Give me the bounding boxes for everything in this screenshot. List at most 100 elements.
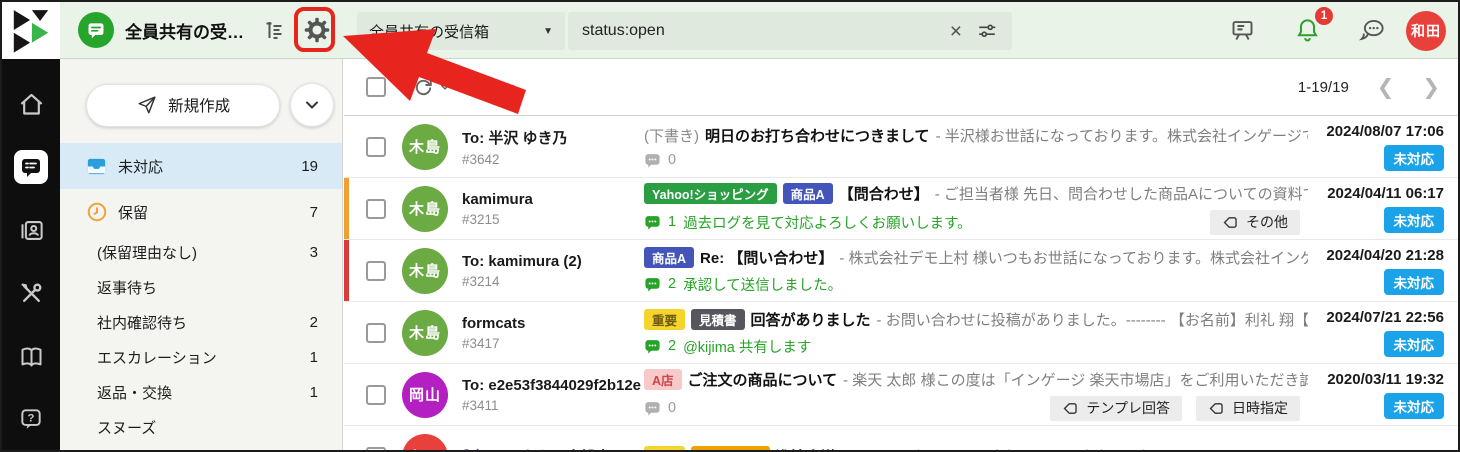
status-badge: 未対応 [1384,207,1445,233]
row-checkbox[interactable] [366,261,386,281]
sidebar-item-label: 保留 [118,202,148,223]
phone-incoming-icon [462,447,481,452]
inbox-settings-button[interactable] [300,13,334,47]
inbox-dropdown[interactable]: 全員共有の受信箱 ▼ [357,12,565,50]
sidebar-item-escalation[interactable]: エスカレーション 1 [60,340,342,375]
label-badge[interactable]: 見積書 [691,309,745,330]
ticket-preview: - 展示会について 今年は以下の内容にて行うことにした。*—*—*—*—*—*… [872,446,1308,452]
ticket-list: 1-19/19 ❮ ❯ 木島 To: 半沢 ゆき乃 #3642 (下書き) 明日… [344,59,1458,450]
clear-search-icon[interactable]: × [950,21,962,42]
comment-count: 1 [668,214,676,230]
row-checkbox[interactable] [366,385,386,405]
ticket-contact: (コンタクト未設定) [486,446,616,452]
sidebar-item-label: 社内確認待ち [97,312,187,333]
ticket-preview: - お問い合わせに投稿がありました。-------- 【お名前】利礼 翔【メール… [877,309,1308,330]
row-checkbox[interactable] [366,199,386,219]
label-badge[interactable]: 商品A [644,247,694,268]
notifications-button[interactable]: 1 [1290,14,1324,48]
tag-chip[interactable]: テンプレ回答 [1050,396,1182,421]
ticket-date: 2020/03/11 19:32 [1308,371,1444,388]
announcements-button[interactable] [1225,14,1259,48]
compose-more-button[interactable] [290,83,334,127]
row-checkbox[interactable] [366,447,386,452]
ticket-number: #3215 [462,212,642,227]
search-query-text: status:open [582,22,665,40]
ticket-subject: 【問合わせ】 [839,183,929,204]
inbox-icon [84,154,109,179]
avatar: 木島 [402,310,448,356]
search-input[interactable]: status:open × [568,12,1012,50]
row-accent-bar [344,178,349,239]
label-badge[interactable]: 重要 [644,446,685,452]
ticket-row[interactable]: 和田 (コンタクト未設定) 重要 原因調査中 進捗会議メモ - 展示会について … [344,426,1458,452]
home-icon [18,91,45,118]
refresh-button[interactable] [412,76,451,99]
tag-chip[interactable]: その他 [1210,210,1300,235]
tag-icon [1222,214,1239,231]
select-all-checkbox[interactable] [366,77,386,97]
ticket-row[interactable]: 木島 formcats #3417 重要 見積書 回答がありました - お問い合… [344,302,1458,364]
message-bubble-icon [86,20,106,40]
tag-chip-label: その他 [1246,212,1288,232]
user-avatar[interactable]: 和田 [1406,11,1446,51]
next-page-button[interactable]: ❯ [1422,77,1440,98]
clock-icon [84,200,109,225]
comment-count: 2 [668,338,676,354]
sidebar-item-onhold[interactable]: 保留 7 [60,189,342,235]
nav-help-button[interactable]: ? [14,402,48,436]
nav-tools-button[interactable] [14,276,48,310]
ticket-subject: 明日のお打ち合わせにつきまして [705,125,930,146]
avatar: 木島 [402,124,448,170]
nav-home-button[interactable] [14,87,48,121]
label-badge[interactable]: 商品A [783,183,833,204]
label-badge[interactable]: Yahoo!ショッピング [644,183,777,204]
status-badge: 未対応 [1384,269,1445,295]
ticket-row[interactable]: 木島 kamimura #3215 Yahoo!ショッピング 商品A 【問合わせ… [344,178,1458,240]
row-checkbox[interactable] [366,323,386,343]
app-window: 全員共有の受… [0,0,1460,452]
sidebar-item-waiting-reply[interactable]: 返事待ち [60,270,342,305]
paper-plane-icon [136,94,158,116]
ticket-recipient: To: kamimura (2) [462,253,642,270]
status-sidebar: 新規作成 未対応 19 [60,59,343,450]
ticket-subject: Re: 【問い合わせ】 [700,247,833,268]
search-filter-button[interactable] [976,20,998,42]
ticket-row[interactable]: 岡山 To: e2e53f3844029f2b12e #3411 A店 ご注文の… [344,364,1458,426]
label-badge[interactable]: A店 [644,369,682,390]
ticket-number: #3642 [462,152,642,167]
chat-button[interactable] [1355,14,1389,48]
chevron-down-icon [304,97,320,113]
sidebar-item-label: 返事待ち [97,277,157,298]
list-display-button[interactable] [477,76,516,99]
sort-settings-button[interactable] [258,13,292,47]
comment-bubble-icon [644,338,661,355]
comment-count: 0 [668,152,676,168]
prev-page-button[interactable]: ❮ [1377,77,1395,98]
row-checkbox[interactable] [366,137,386,157]
tag-chip[interactable]: 日時指定 [1196,396,1300,421]
ticket-preview: - 楽天 太郎 様この度は「インゲージ 楽天市場店」をご利用いただき誠にありがと… [843,369,1308,390]
label-badge[interactable]: 原因調査中 [691,446,770,452]
sidebar-item-count: 7 [310,204,318,221]
sidebar-item-untouched[interactable]: 未対応 19 [60,143,342,189]
nav-manual-button[interactable] [14,339,48,373]
comment-bubble-icon [644,400,661,417]
sidebar-item-snooze[interactable]: スヌーズ [60,410,342,445]
nav-contacts-button[interactable] [14,213,48,247]
comment-count: 2 [668,276,676,292]
nav-tickets-button[interactable] [14,150,48,184]
sidebar-item-returns[interactable]: 返品・交換 1 [60,375,342,410]
ticket-row[interactable]: 木島 To: kamimura (2) #3214 商品A Re: 【問い合わせ… [344,240,1458,302]
ticket-sender: formcats [462,315,642,332]
sidebar-item-no-reason[interactable]: (保留理由なし) 3 [60,235,342,270]
ticket-number: #3411 [462,398,642,413]
sidebar-item-internal-check[interactable]: 社内確認待ち 2 [60,305,342,340]
header-actions: 1 和田 [1211,2,1446,59]
ticket-preview: - ご担当者様 先日、問合わせした商品Aについての資料ですが、送… [935,183,1308,204]
comment-bubble-icon [644,276,661,293]
refresh-icon [412,76,435,99]
label-badge[interactable]: 重要 [644,309,685,330]
compose-button[interactable]: 新規作成 [86,84,280,127]
brand-logo[interactable] [2,2,60,59]
ticket-row[interactable]: 木島 To: 半沢 ゆき乃 #3642 (下書き) 明日のお打ち合わせにつきまし… [344,116,1458,178]
